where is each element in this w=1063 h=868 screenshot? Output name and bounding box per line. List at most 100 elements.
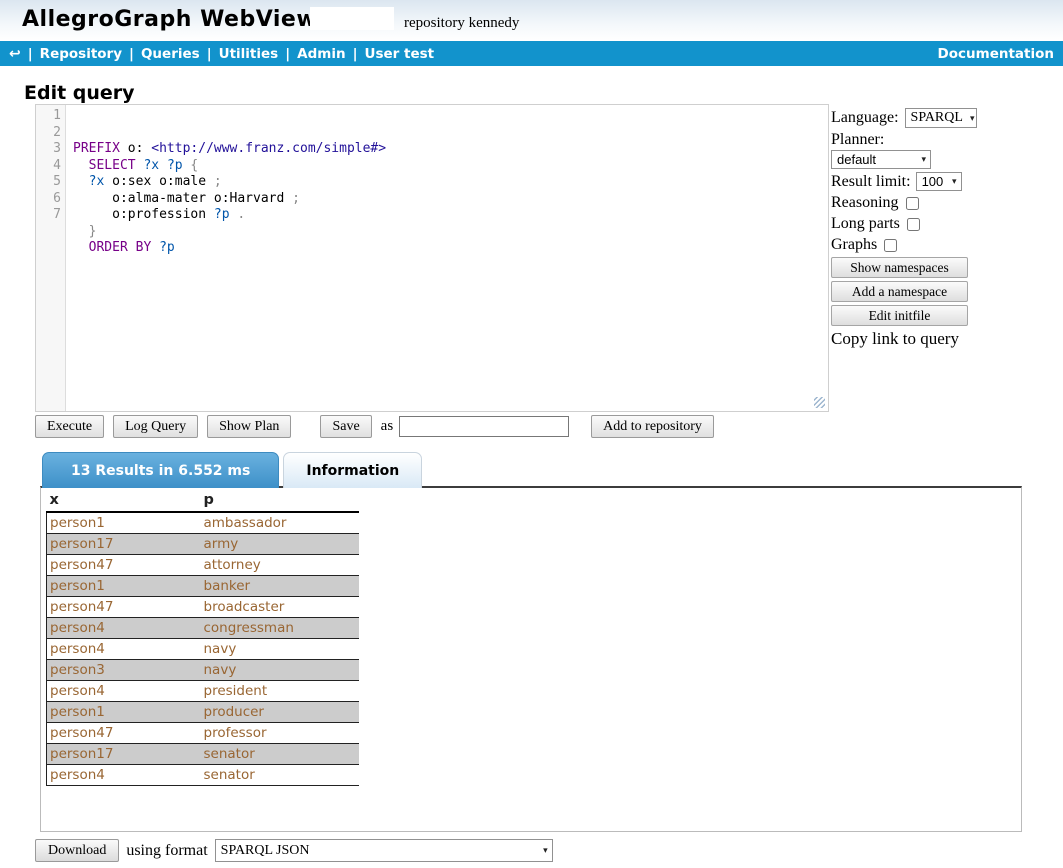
table-cell[interactable]: person47	[47, 723, 201, 744]
documentation-link[interactable]: Documentation	[938, 46, 1054, 62]
action-buttons: Execute Log Query Show Plan	[35, 415, 300, 438]
table-cell[interactable]: person17	[47, 744, 201, 765]
table-cell[interactable]: person3	[47, 660, 201, 681]
long-parts-checkbox[interactable]	[907, 218, 920, 231]
table-cell[interactable]: congressman	[201, 618, 359, 639]
show-namespaces-button[interactable]: Show namespaces	[831, 257, 968, 278]
nav-item-admin[interactable]: Admin	[297, 46, 345, 62]
nav-separator: |	[207, 46, 212, 62]
chevron-down-icon: ▾	[921, 154, 926, 165]
results-body: person1ambassadorperson17armyperson47att…	[47, 512, 359, 786]
language-label: Language:	[831, 109, 899, 127]
table-cell[interactable]: senator	[201, 765, 359, 786]
nav-items: ↩ |Repository|Queries|Utilities|Admin|Us…	[9, 46, 434, 62]
action-bar: Execute Log Query Show Plan Save as Add to…	[35, 415, 723, 438]
query-options-panel: Language: SPARQL ▾ Planner: default ▾ Re…	[831, 108, 1063, 349]
table-cell[interactable]: navy	[201, 660, 359, 681]
table-cell[interactable]: person1	[47, 576, 201, 597]
table-cell[interactable]: ambassador	[201, 512, 359, 534]
code-token: o:	[120, 141, 151, 156]
table-cell[interactable]: person4	[47, 765, 201, 786]
namespace-buttons: Show namespaces Add a namespace Edit initf…	[831, 257, 1063, 326]
back-arrow-icon[interactable]: ↩	[9, 46, 21, 62]
code-token: ORDER BY	[89, 240, 152, 255]
table-cell[interactable]: person4	[47, 639, 201, 660]
table-cell[interactable]: navy	[201, 639, 359, 660]
graphs-checkbox[interactable]	[884, 239, 897, 252]
nav-item-repository[interactable]: Repository	[40, 46, 122, 62]
code-token: }	[89, 224, 97, 239]
copy-link-to-query[interactable]: Copy link to query	[831, 329, 1063, 349]
editor-code[interactable]: PREFIX o: <http://www.franz.com/simple#>…	[66, 105, 828, 411]
code-token: SELECT	[89, 158, 136, 173]
add-to-repository-button[interactable]: Add to repository	[591, 415, 714, 438]
table-cell[interactable]: person4	[47, 681, 201, 702]
table-cell[interactable]: president	[201, 681, 359, 702]
table-cell[interactable]: person4	[47, 618, 201, 639]
results-header-row: xp	[47, 490, 359, 512]
code-line: }	[73, 224, 828, 241]
download-bar: Download using format SPARQL JSON ▾	[35, 839, 553, 862]
table-cell[interactable]: person1	[47, 512, 201, 534]
results-panel: xp person1ambassadorperson17armyperson47…	[40, 486, 1022, 832]
execute-button[interactable]: Execute	[35, 415, 104, 438]
table-cell[interactable]: person47	[47, 597, 201, 618]
log-query-button[interactable]: Log Query	[113, 415, 198, 438]
table-cell[interactable]: professor	[201, 723, 359, 744]
language-select[interactable]: SPARQL ▾	[905, 108, 977, 128]
table-cell[interactable]: person1	[47, 702, 201, 723]
tab-information[interactable]: Information	[283, 452, 422, 488]
line-number: 6	[36, 191, 61, 208]
show-plan-button[interactable]: Show Plan	[207, 415, 291, 438]
table-cell[interactable]: person17	[47, 534, 201, 555]
line-number: 7	[36, 207, 61, 224]
planner-select[interactable]: default ▾	[831, 150, 931, 169]
table-cell[interactable]: producer	[201, 702, 359, 723]
table-cell[interactable]: person47	[47, 555, 201, 576]
column-header-x: x	[47, 490, 201, 512]
resize-grip-icon[interactable]	[814, 397, 825, 408]
table-row: person47broadcaster	[47, 597, 359, 618]
add-a-namespace-button[interactable]: Add a namespace	[831, 281, 968, 302]
blank-patch	[310, 7, 394, 30]
code-line: ?x o:sex o:male ;	[73, 174, 828, 191]
save-button[interactable]: Save	[320, 415, 371, 438]
table-row: person3navy	[47, 660, 359, 681]
query-editor[interactable]: 1234567 PREFIX o: <http://www.franz.com/…	[35, 104, 829, 412]
table-cell[interactable]: army	[201, 534, 359, 555]
table-row: person4congressman	[47, 618, 359, 639]
table-row: person4president	[47, 681, 359, 702]
save-name-input[interactable]	[399, 416, 569, 437]
table-row: person17army	[47, 534, 359, 555]
graphs-label: Graphs	[831, 236, 877, 254]
tab-13-results-in-6-552-ms[interactable]: 13 Results in 6.552 ms	[42, 452, 279, 488]
nav-item-utilities[interactable]: Utilities	[219, 46, 279, 62]
nav-item-queries[interactable]: Queries	[141, 46, 200, 62]
planner-label: Planner:	[831, 131, 1063, 149]
table-row: person4senator	[47, 765, 359, 786]
table-cell[interactable]: banker	[201, 576, 359, 597]
download-button[interactable]: Download	[35, 839, 119, 862]
result-limit-select[interactable]: 100 ▾	[916, 172, 962, 191]
checkbox-row: Reasoning	[831, 194, 1063, 212]
chevron-down-icon: ▾	[952, 176, 957, 187]
code-token: ?x	[89, 174, 105, 189]
editor-line-numbers: 1234567	[36, 105, 66, 411]
table-row: person47attorney	[47, 555, 359, 576]
code-token: o:profession	[73, 207, 214, 222]
code-token: PREFIX	[73, 141, 120, 156]
reasoning-checkbox[interactable]	[906, 197, 919, 210]
table-cell[interactable]: broadcaster	[201, 597, 359, 618]
app-header: AllegroGraph WebView repository kennedy	[0, 0, 1063, 41]
checkbox-row: Graphs	[831, 236, 1063, 254]
results-tabbar: 13 Results in 6.552 msInformation	[42, 452, 422, 488]
format-select[interactable]: SPARQL JSON ▾	[215, 839, 553, 862]
table-cell[interactable]: senator	[201, 744, 359, 765]
edit-initfile-button[interactable]: Edit initfile	[831, 305, 968, 326]
save-as-label: as	[381, 418, 394, 435]
nav-item-user-test[interactable]: User test	[365, 46, 435, 62]
table-row: person47professor	[47, 723, 359, 744]
table-cell[interactable]: attorney	[201, 555, 359, 576]
code-token	[73, 174, 89, 189]
webview-page: AllegroGraph WebView repository kennedy …	[0, 0, 1063, 868]
